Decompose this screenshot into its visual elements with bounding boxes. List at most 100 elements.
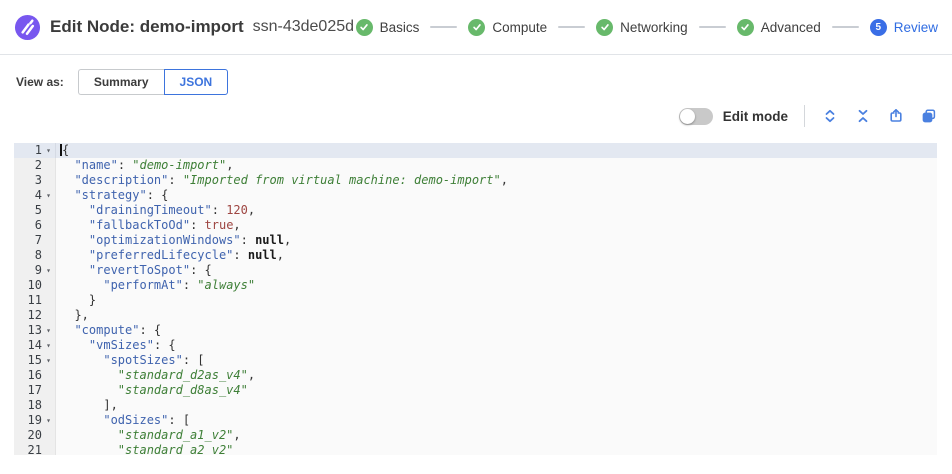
step-done-check-icon [596,19,613,36]
code-line[interactable]: 10 "performAt": "always" [14,278,937,293]
code-line[interactable]: 8 "preferredLifecycle": null, [14,248,937,263]
code-line-text: "revertToSpot": { [56,263,937,278]
step-basics[interactable]: Basics [356,19,420,36]
step-label: Basics [380,20,420,35]
step-label: Review [894,20,938,35]
gutter-line-number: 4▾ [14,188,56,203]
code-line-text: { [56,143,937,158]
gutter-line-number: 18 [14,398,56,413]
json-code-editor[interactable]: 1▾{2 "name": "demo-import",3 "descriptio… [14,143,937,455]
step-connector [558,26,585,28]
code-line-text: "strategy": { [56,188,937,203]
code-line-text: }, [56,308,937,323]
code-line-text: "odSizes": [ [56,413,937,428]
code-line-text: "preferredLifecycle": null, [56,248,937,263]
step-label: Compute [492,20,547,35]
view-as-row: View as: Summary JSON [16,69,952,95]
step-done-check-icon [468,19,485,36]
fold-caret-icon[interactable]: ▾ [42,353,55,368]
editor-toolbar: Edit mode [0,103,938,129]
copy-icon [921,108,937,124]
node-id: ssn-43de025d [253,18,354,36]
code-line[interactable]: 5 "drainingTimeout": 120, [14,203,937,218]
code-line-text: } [56,293,937,308]
edit-mode-toggle[interactable] [679,108,713,125]
code-line[interactable]: 19▾ "odSizes": [ [14,413,937,428]
toolbar-divider [804,105,805,127]
toggle-knob [680,109,695,124]
spot-logo-icon [14,14,41,41]
code-line[interactable]: 6 "fallbackToOd": true, [14,218,937,233]
gutter-line-number: 7 [14,233,56,248]
gutter-line-number: 20 [14,428,56,443]
step-review[interactable]: 5 Review [870,19,938,36]
code-line-text: "vmSizes": { [56,338,937,353]
fold-caret-icon[interactable]: ▾ [42,188,55,203]
code-line-text: "description": "Imported from virtual ma… [56,173,937,188]
step-done-check-icon [356,19,373,36]
collapse-all-button[interactable] [854,107,872,125]
step-connector [699,26,726,28]
expand-all-icon [822,108,838,124]
step-connector [430,26,457,28]
code-line-text: "standard_a1_v2", [56,428,937,443]
view-summary-button[interactable]: Summary [78,69,164,95]
code-line-text: "spotSizes": [ [56,353,937,368]
export-icon [888,108,904,124]
step-label: Networking [620,20,688,35]
gutter-line-number: 13▾ [14,323,56,338]
step-compute[interactable]: Compute [468,19,547,36]
code-line[interactable]: 18 ], [14,398,937,413]
fold-caret-icon[interactable]: ▾ [42,323,55,338]
fold-caret-icon[interactable]: ▾ [42,143,55,158]
code-line-text: "standard_a2_v2" [56,443,937,455]
expand-all-button[interactable] [821,107,839,125]
gutter-line-number: 17 [14,383,56,398]
code-line-text: ], [56,398,937,413]
code-line[interactable]: 14▾ "vmSizes": { [14,338,937,353]
page-title: Edit Node: demo-import [50,17,244,37]
code-line[interactable]: 21 "standard_a2_v2" [14,443,937,455]
gutter-line-number: 14▾ [14,338,56,353]
code-line[interactable]: 1▾{ [14,143,937,158]
step-advanced[interactable]: Advanced [737,19,821,36]
code-line-text: "drainingTimeout": 120, [56,203,937,218]
edit-mode-label: Edit mode [723,109,788,124]
wizard-stepper: Basics Compute Networking Advanced 5 Rev… [356,19,938,36]
wizard-header: Edit Node: demo-import ssn-43de025d Basi… [0,0,952,55]
code-line[interactable]: 12 }, [14,308,937,323]
code-line-text: "fallbackToOd": true, [56,218,937,233]
fold-caret-icon[interactable]: ▾ [42,263,55,278]
export-button[interactable] [887,107,905,125]
view-as-label: View as: [16,75,64,89]
view-json-button[interactable]: JSON [164,69,229,95]
code-line[interactable]: 20 "standard_a1_v2", [14,428,937,443]
gutter-line-number: 19▾ [14,413,56,428]
step-networking[interactable]: Networking [596,19,688,36]
code-line[interactable]: 7 "optimizationWindows": null, [14,233,937,248]
fold-caret-icon[interactable]: ▾ [42,338,55,353]
fold-caret-icon[interactable]: ▾ [42,413,55,428]
code-line-text: "optimizationWindows": null, [56,233,937,248]
gutter-line-number: 6 [14,218,56,233]
code-line[interactable]: 4▾ "strategy": { [14,188,937,203]
collapse-all-icon [855,108,871,124]
code-line-text: "compute": { [56,323,937,338]
step-connector [832,26,859,28]
copy-button[interactable] [920,107,938,125]
code-line[interactable]: 11 } [14,293,937,308]
code-line[interactable]: 9▾ "revertToSpot": { [14,263,937,278]
step-number-badge: 5 [870,19,887,36]
code-line[interactable]: 2 "name": "demo-import", [14,158,937,173]
gutter-line-number: 21 [14,443,56,455]
code-line[interactable]: 17 "standard_d8as_v4" [14,383,937,398]
code-line[interactable]: 13▾ "compute": { [14,323,937,338]
gutter-line-number: 11 [14,293,56,308]
code-line-text: "name": "demo-import", [56,158,937,173]
gutter-line-number: 10 [14,278,56,293]
code-line[interactable]: 3 "description": "Imported from virtual … [14,173,937,188]
code-line[interactable]: 15▾ "spotSizes": [ [14,353,937,368]
code-line[interactable]: 16 "standard_d2as_v4", [14,368,937,383]
gutter-line-number: 9▾ [14,263,56,278]
step-label: Advanced [761,20,821,35]
